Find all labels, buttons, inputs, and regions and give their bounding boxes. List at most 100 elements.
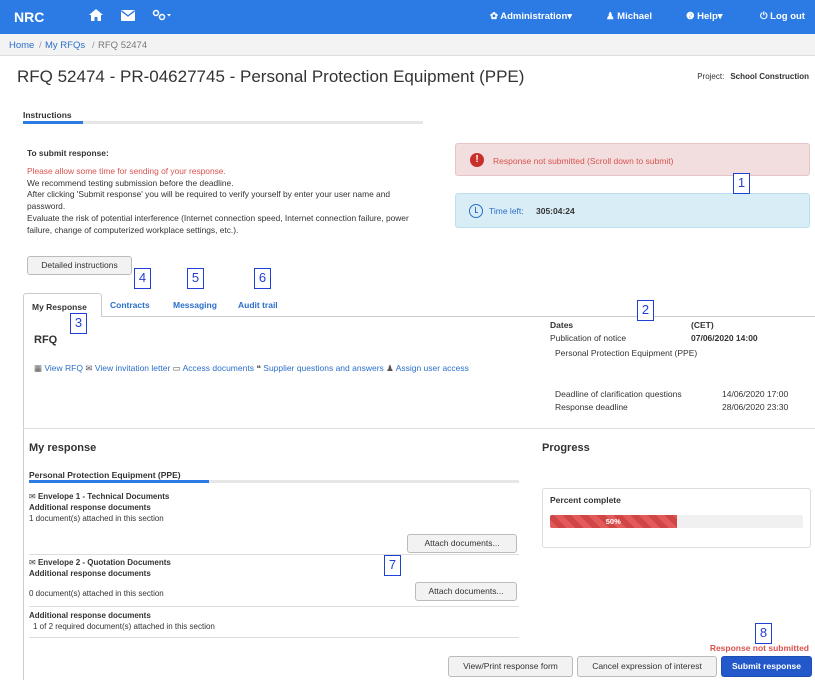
page-title: RFQ 52474 - PR-04627745 - Personal Prote… [17, 67, 525, 86]
clock-icon [469, 204, 483, 218]
envelope-1-title: Envelope 1 - Technical Documents [37, 492, 170, 501]
envelope-1-subtitle: Additional response documents [29, 503, 151, 512]
instructions-tab[interactable]: Instructions [23, 110, 72, 120]
envelope-icon: ✉ [29, 492, 36, 501]
annotation-marker-5: 5 [187, 268, 204, 289]
progress-track: 50% [550, 515, 803, 528]
breadcrumb-home[interactable]: Home [9, 40, 34, 51]
brand-logo[interactable]: NRC [14, 9, 44, 25]
rfq-heading: RFQ [34, 334, 58, 346]
annotation-marker-8: 8 [755, 623, 772, 644]
not-submitted-alert: ! Response not submitted (Scroll down to… [455, 143, 810, 176]
instructions-line: After clicking 'Submit response' you wil… [27, 189, 391, 212]
item-name: Personal Protection Equipment (PPE) [555, 348, 698, 358]
annotation-marker-4: 4 [134, 268, 151, 289]
envelope-1-count: 1 document(s) attached in this section [29, 514, 164, 523]
additional-documents: Additional response documents 1 of 2 req… [29, 610, 519, 632]
envelope-1: ✉ Envelope 1 - Technical Documents Addit… [29, 491, 519, 524]
attach-documents-button-1[interactable]: Attach documents... [407, 534, 517, 553]
supplier-qa-link[interactable]: Supplier questions and answers [263, 363, 384, 373]
breadcrumb-my-rfqs[interactable]: My RFQs [45, 40, 85, 51]
publication-label: Publication of notice [550, 333, 627, 343]
view-print-button[interactable]: View/Print response form [448, 656, 573, 677]
my-response-heading: My response [29, 442, 97, 454]
project-value: School Construction [730, 72, 809, 81]
dates-timezone: (CET) [691, 320, 714, 330]
view-invitation-link[interactable]: View invitation letter [95, 363, 170, 373]
rfq-links: ▦ View RFQ ✉ View invitation letter ▭ Ac… [34, 362, 524, 374]
envelope-icon[interactable] [121, 9, 135, 24]
progress-bar: 50% [550, 515, 677, 528]
home-icon[interactable] [89, 9, 103, 24]
detailed-instructions-button[interactable]: Detailed instructions [27, 256, 132, 275]
project-label: Project: [697, 72, 725, 81]
instructions-line: Evaluate the risk of potential interfere… [27, 212, 409, 235]
envelope-2-title-row: ✉ Envelope 2 - Quotation Documents [29, 557, 519, 568]
publication-value: 07/06/2020 14:00 [691, 333, 758, 343]
envelope-icon: ✉ [29, 558, 36, 567]
logout-button[interactable]: ⏻ Log out [760, 11, 805, 22]
administration-menu[interactable]: ✿ Administration▾ [490, 11, 572, 22]
breadcrumb-separator: / [39, 40, 42, 51]
project-info: Project: School Construction [697, 72, 809, 81]
divider [29, 637, 519, 638]
instructions-text: To submit response: Please allow some ti… [27, 148, 422, 237]
user-menu[interactable]: ♟ Michael [606, 11, 652, 22]
tab-my-response[interactable]: My Response [23, 293, 102, 317]
envelope-2-subtitle: Additional response documents [29, 569, 151, 578]
ppe-tab[interactable]: Personal Protection Equipment (PPE) [29, 470, 181, 480]
divider [29, 606, 519, 607]
clarification-label: Deadline of clarification questions [555, 389, 682, 399]
dates-header: Dates [550, 320, 574, 330]
breadcrumb-separator: / [92, 40, 95, 51]
comments-icon: ❝ [256, 363, 261, 373]
cancel-interest-button[interactable]: Cancel expression of interest [577, 656, 717, 677]
envelope-2: ✉ Envelope 2 - Quotation Documents Addit… [29, 557, 519, 579]
view-rfq-link[interactable]: View RFQ [44, 363, 83, 373]
ppe-underline [29, 480, 519, 483]
folder-icon: ▭ [172, 363, 181, 373]
progress-heading: Progress [542, 442, 590, 454]
time-left-alert: Time left: 305:04:24 [455, 193, 810, 228]
divider [23, 428, 815, 429]
tab-contracts[interactable]: Contracts [110, 300, 150, 310]
instructions-warning: Please allow some time for sending of yo… [27, 165, 226, 176]
additional-documents-count: 1 of 2 required document(s) attached in … [33, 622, 215, 631]
envelope-2-title: Envelope 2 - Quotation Documents [37, 558, 171, 567]
link-icon[interactable] [152, 9, 172, 24]
response-deadline-label: Response deadline [555, 402, 628, 412]
instructions-underline [23, 121, 423, 124]
annotation-marker-3: 3 [70, 313, 87, 334]
annotation-marker-7: 7 [384, 555, 401, 576]
attach-documents-button-2[interactable]: Attach documents... [415, 582, 517, 601]
envelope-1-title-row: ✉ Envelope 1 - Technical Documents [29, 491, 519, 502]
tab-audit-trail[interactable]: Audit trail [238, 300, 278, 310]
breadcrumb: Home / My RFQs / RFQ 52474 [0, 34, 815, 56]
response-status: Response not submitted [709, 643, 809, 653]
exclamation-icon: ! [470, 153, 484, 167]
user-icon: ♟ [386, 363, 394, 373]
submit-response-button[interactable]: Submit response [721, 656, 812, 677]
grid-icon: ▦ [34, 363, 43, 373]
time-left-value: 305:04:24 [536, 206, 575, 216]
tab-my-response-label: My Response [32, 302, 87, 312]
divider [29, 554, 519, 555]
additional-documents-title: Additional response documents [29, 611, 151, 620]
help-menu[interactable]: ❷ Help▾ [686, 11, 723, 22]
instructions-line: We recommend testing submission before t… [27, 177, 234, 188]
tab-messaging[interactable]: Messaging [173, 300, 217, 310]
annotation-marker-2: 2 [637, 300, 654, 321]
not-submitted-text: Response not submitted (Scroll down to s… [493, 156, 674, 166]
time-left-label: Time left: [489, 206, 524, 216]
top-navbar: NRC ✿ Administration▾ ♟ Michael ❷ Help▾ … [0, 0, 815, 34]
progress-box: Percent complete 50% [542, 488, 811, 548]
percent-complete-label: Percent complete [550, 495, 621, 505]
assign-user-link[interactable]: Assign user access [396, 363, 469, 373]
envelope-icon: ✉ [85, 363, 93, 373]
response-deadline-value: 28/06/2020 23:30 [722, 402, 789, 412]
instructions-heading: To submit response: [27, 148, 109, 158]
breadcrumb-current: RFQ 52474 [98, 40, 148, 51]
clarification-value: 14/06/2020 17:00 [722, 389, 789, 399]
annotation-marker-6: 6 [254, 268, 271, 289]
access-documents-link[interactable]: Access documents [183, 363, 254, 373]
